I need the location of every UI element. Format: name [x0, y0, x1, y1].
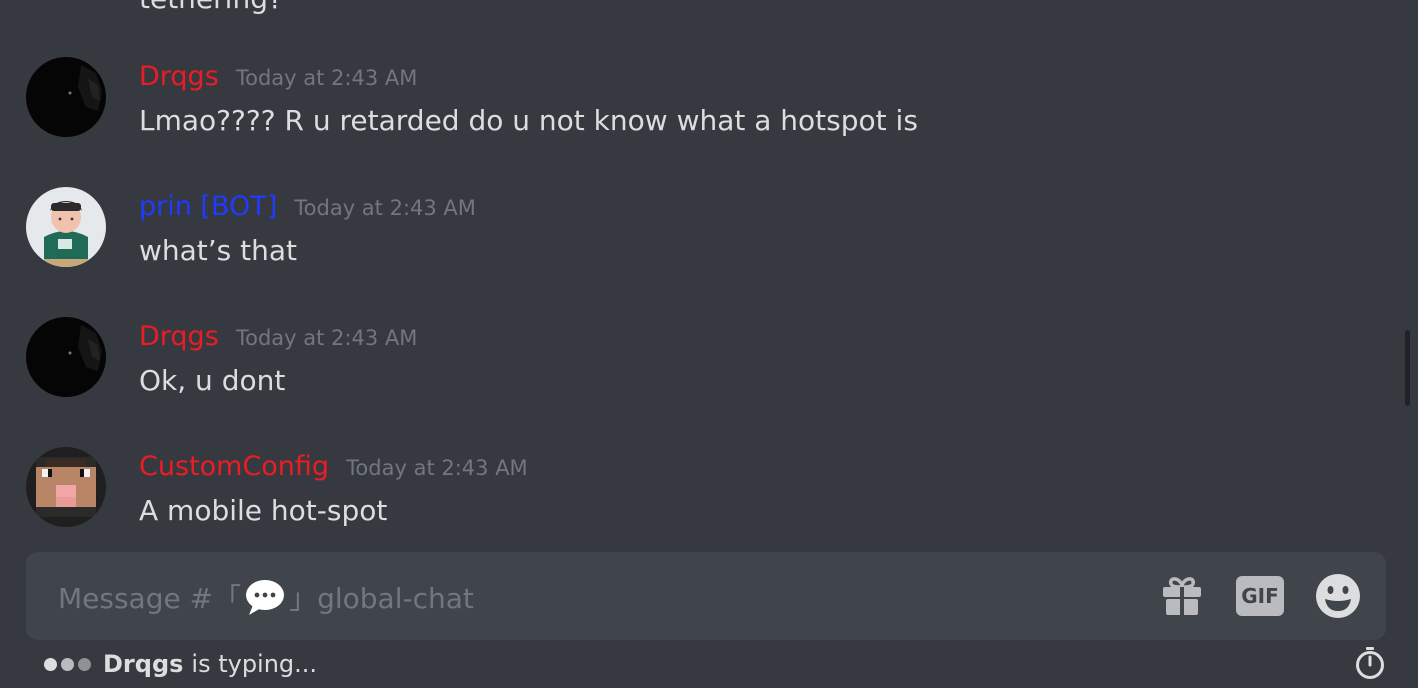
message-text: A mobile hot-spot — [139, 494, 388, 527]
timestamp: Today at 2:43 AM — [235, 66, 418, 90]
username[interactable]: CustomConfig — [139, 451, 329, 482]
scrollbar-thumb[interactable] — [1405, 330, 1410, 406]
timestamp: Today at 2:43 AM — [294, 196, 476, 220]
stopwatch-icon[interactable] — [1354, 646, 1386, 680]
message-header: Drqgs Today at 2:43 AM — [139, 57, 417, 97]
message-composer[interactable]: Message #「 」global-chat GIF — [26, 552, 1386, 640]
message-header: prin [BOT] Today at 2:43 AM — [139, 187, 476, 227]
message-list: Drqgs Today at 2:43 AM Lmao???? R u reta… — [0, 0, 1400, 540]
typing-dot — [78, 657, 91, 671]
message-text: Lmao???? R u retarded do u not know what… — [139, 104, 918, 137]
avatar[interactable] — [26, 317, 106, 397]
username[interactable]: prin [BOT] — [139, 191, 277, 222]
message-item: Drqgs Today at 2:43 AM Ok, u dont — [0, 317, 1390, 427]
avatar[interactable] — [26, 57, 106, 137]
message-input[interactable]: Message #「 」global-chat — [58, 576, 474, 618]
gif-icon: GIF — [1236, 576, 1284, 616]
message-item: prin [BOT] Today at 2:43 AM what’s that — [0, 187, 1390, 297]
message-text: Ok, u dont — [139, 364, 286, 397]
username[interactable]: Drqgs — [139, 61, 219, 92]
message-item: CustomConfig Today at 2:43 AM A mobile h… — [0, 447, 1390, 557]
gif-button[interactable]: GIF — [1236, 572, 1284, 620]
emoji-button[interactable] — [1314, 572, 1362, 620]
typing-dot — [61, 657, 74, 671]
timestamp: Today at 2:43 AM — [346, 456, 528, 480]
message-header: CustomConfig Today at 2:43 AM — [139, 447, 528, 487]
avatar[interactable] — [26, 187, 106, 267]
typing-dot — [44, 657, 57, 671]
placeholder-prefix: Message #「 — [58, 582, 242, 615]
typing-text: is typing... — [191, 650, 318, 678]
speech-bubble-icon — [246, 580, 285, 615]
chat-view: tethering? Drqgs Today at 2:43 AM Lmao??… — [0, 0, 1418, 688]
message-item: Drqgs Today at 2:43 AM Lmao???? R u reta… — [0, 57, 1390, 167]
placeholder-suffix: 」global-chat — [289, 582, 474, 615]
message-header: Drqgs Today at 2:43 AM — [139, 317, 417, 357]
message-text: what’s that — [139, 234, 298, 267]
gift-icon — [1163, 577, 1201, 615]
typing-indicator: Drqgs is typing... — [44, 646, 317, 682]
typing-user: Drqgs — [103, 650, 184, 678]
emoji-icon — [1316, 574, 1360, 618]
username[interactable]: Drqgs — [139, 321, 219, 352]
avatar[interactable] — [26, 447, 106, 527]
timestamp: Today at 2:43 AM — [235, 326, 418, 350]
gift-button[interactable] — [1158, 572, 1206, 620]
